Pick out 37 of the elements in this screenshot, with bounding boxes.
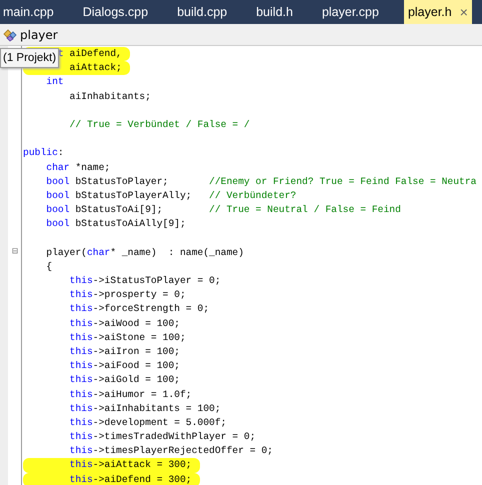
file-tab[interactable]: build.cpp: [175, 0, 230, 24]
code-line: this->aiHumor = 1.0f;: [68, 388, 193, 402]
code-line: this->development = 5.000f;: [68, 416, 228, 430]
code-line: this->aiWood = 100;: [68, 316, 181, 331]
code-line: this->aiStone = 100;: [68, 330, 187, 345]
code-line: this->timesTradedWithPlayer = 0;: [68, 430, 257, 444]
file-tab[interactable]: build.h: [254, 0, 295, 24]
code-line: player(char* _name) : name(_name): [45, 246, 245, 260]
code-line: bool bStatusToAi[9]; // True = Neutral / False = Feind: [45, 203, 402, 218]
code-line: this->prosperty = 0;: [68, 288, 187, 302]
code-line: // True = Verbündet / False = /: [68, 118, 251, 132]
code-line: public:: [23, 146, 65, 160]
code-line: bool bStatusToPlayerAlly; // Verbündeter?: [45, 188, 298, 203]
code-line: this->forceStrength = 0;: [68, 302, 210, 316]
file-tab[interactable]: player.cpp: [320, 0, 381, 24]
collapse-icon[interactable]: ⊟: [12, 246, 18, 260]
class-icon: [2, 28, 18, 42]
file-tab[interactable]: player.h ×: [404, 0, 472, 24]
code-line: this->aiDefend = 300;: [23, 472, 200, 485]
code-line: bool bStatusToAiAlly[9];: [45, 217, 187, 232]
scope-dropdown[interactable]: player: [20, 28, 58, 42]
code-line: this->aiAttack = 300;: [23, 458, 200, 473]
code-line: this->iStatusToPlayer = 0;: [68, 274, 222, 288]
code-line: char *name;: [45, 160, 112, 174]
code-line: {: [45, 260, 54, 274]
code-line: this->timesPlayerRejectedOffer = 0;: [68, 444, 274, 458]
code-line: bool bStatusToPlayer; //Enemy or Friend? True = Feind False = Neutra: [45, 174, 478, 189]
file-tab[interactable]: main.cpp: [1, 0, 56, 24]
code-line: this->aiGold = 100;: [68, 373, 181, 388]
code-line: this->aiFood = 100;: [68, 359, 181, 374]
code-line: aiInhabitants;: [68, 90, 152, 104]
tooltip: (1 Projekt): [0, 48, 60, 68]
file-tab[interactable]: Dialogs.cpp: [80, 0, 150, 24]
code-line: this->aiInhabitants = 100;: [68, 402, 222, 416]
code-line: int: [45, 75, 65, 90]
close-icon[interactable]: ×: [460, 4, 468, 20]
code-line: this->aiIron = 100;: [68, 344, 181, 359]
